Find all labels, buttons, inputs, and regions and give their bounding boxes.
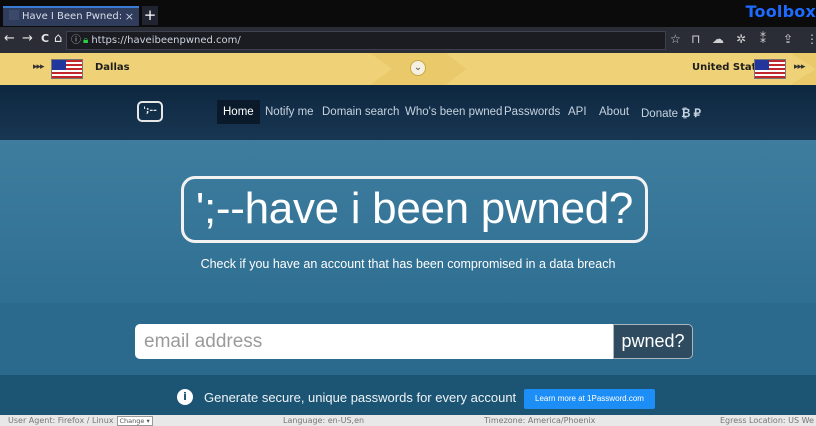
cloud-icon[interactable]: ☁ <box>712 32 724 46</box>
browser-nav-bar: ← → C ⌂ ⓘ 🔒︎ https://haveibeenpwned.com/ ☆… <box>0 27 816 53</box>
info-icon[interactable]: ⓘ <box>71 35 81 46</box>
lock-icon: 🔒︎ <box>83 35 89 46</box>
bug-icon[interactable]: ✲ <box>736 32 746 46</box>
forward-button[interactable]: → <box>22 32 33 46</box>
user-agent-label: User Agent: <box>8 416 56 425</box>
user-agent-select[interactable]: Change ▾ <box>116 416 153 426</box>
menu-icon[interactable]: ⋮ <box>806 32 816 46</box>
nav-donate-label: Donate <box>641 108 679 120</box>
language-value: en-US,en <box>327 416 365 425</box>
1password-icon: ⅰ <box>177 389 193 405</box>
promo-text: Generate secure, unique passwords for ev… <box>204 390 517 405</box>
email-input[interactable] <box>135 324 613 359</box>
egress-info: Egress Location: US We <box>720 415 814 426</box>
location-banner: ▸▸▸ Dallas ⌄ United States ▸▸▸ <box>0 53 816 85</box>
status-bar: User Agent: Firefox / Linux Change ▾ Lang… <box>0 415 816 426</box>
new-tab-button[interactable]: + <box>142 6 158 25</box>
back-button[interactable]: ← <box>4 32 15 46</box>
timezone-label: Timezone: <box>484 416 526 425</box>
language-label: Language: <box>283 416 326 425</box>
toolbox-brand: Toolbox <box>745 2 816 21</box>
nav-api[interactable]: API <box>568 106 587 118</box>
crypto-icons: ₿ ₽ <box>681 108 701 120</box>
nav-whos-been-pwned[interactable]: Who's been pwned <box>405 106 502 118</box>
hero-title-box: ';--have i been pwned? <box>181 176 648 243</box>
chevrons-left-icon: ▸▸▸ <box>33 62 45 72</box>
timezone-value: America/Phoenix <box>527 416 596 425</box>
pwned-button[interactable]: pwned? <box>613 324 693 359</box>
nav-domain-search[interactable]: Domain search <box>322 106 399 118</box>
nav-notify-me[interactable]: Notify me <box>265 106 314 118</box>
egress-label: Egress Location: <box>720 416 786 425</box>
site-logo[interactable]: ';-- <box>137 101 163 122</box>
us-flag-icon <box>51 59 83 79</box>
city-label: Dallas <box>95 62 130 73</box>
url-text: https://haveibeenpwned.com/ <box>91 35 241 46</box>
url-bar[interactable]: ⓘ 🔒︎ https://haveibeenpwned.com/ <box>66 31 666 50</box>
bookmark-icon[interactable]: ⊓ <box>691 32 700 46</box>
hero-title: ';--have i been pwned? <box>195 184 634 233</box>
search-section: pwned? <box>0 303 816 375</box>
nav-passwords[interactable]: Passwords <box>504 106 560 118</box>
nav-home[interactable]: Home <box>217 100 260 124</box>
tab-title: Have I Been Pwned: Che <box>22 11 122 22</box>
close-tab-icon[interactable]: × <box>125 8 134 25</box>
browser-tab-bar: Have I Been Pwned: Che × + Toolbox <box>0 0 816 27</box>
promo-banner: ⅰ Generate secure, unique passwords for … <box>0 375 816 415</box>
extension-icon[interactable]: ⁑ <box>760 32 766 46</box>
user-agent-info: User Agent: Firefox / Linux Change ▾ <box>8 415 153 426</box>
favicon-icon <box>9 10 19 20</box>
reload-button[interactable]: C <box>41 32 49 46</box>
user-agent-select-label: Change <box>119 417 145 425</box>
timezone-info: Timezone: America/Phoenix <box>484 415 595 426</box>
site-header: ';-- Home Notify me Domain search Who's … <box>0 85 816 140</box>
hero-subtitle: Check if you have an account that has be… <box>200 257 616 271</box>
share-icon[interactable]: ⇪ <box>783 32 793 46</box>
browser-tab[interactable]: Have I Been Pwned: Che × <box>3 6 139 26</box>
learn-more-button[interactable]: Learn more at 1Password.com <box>524 389 655 409</box>
home-button[interactable]: ⌂ <box>54 32 62 46</box>
star-icon[interactable]: ☆ <box>670 32 681 46</box>
nav-about[interactable]: About <box>599 106 629 118</box>
user-agent-value: Firefox / Linux <box>57 416 114 425</box>
chevron-down-icon[interactable]: ⌄ <box>410 60 426 76</box>
egress-value: US We <box>788 416 814 425</box>
language-info: Language: en-US,en <box>283 415 364 426</box>
nav-donate[interactable]: Donate ₿ ₽ <box>641 106 701 120</box>
us-flag-icon <box>754 59 786 79</box>
hero-section: ';--have i been pwned? Check if you have… <box>0 140 816 303</box>
chevrons-right-icon: ▸▸▸ <box>794 62 806 72</box>
